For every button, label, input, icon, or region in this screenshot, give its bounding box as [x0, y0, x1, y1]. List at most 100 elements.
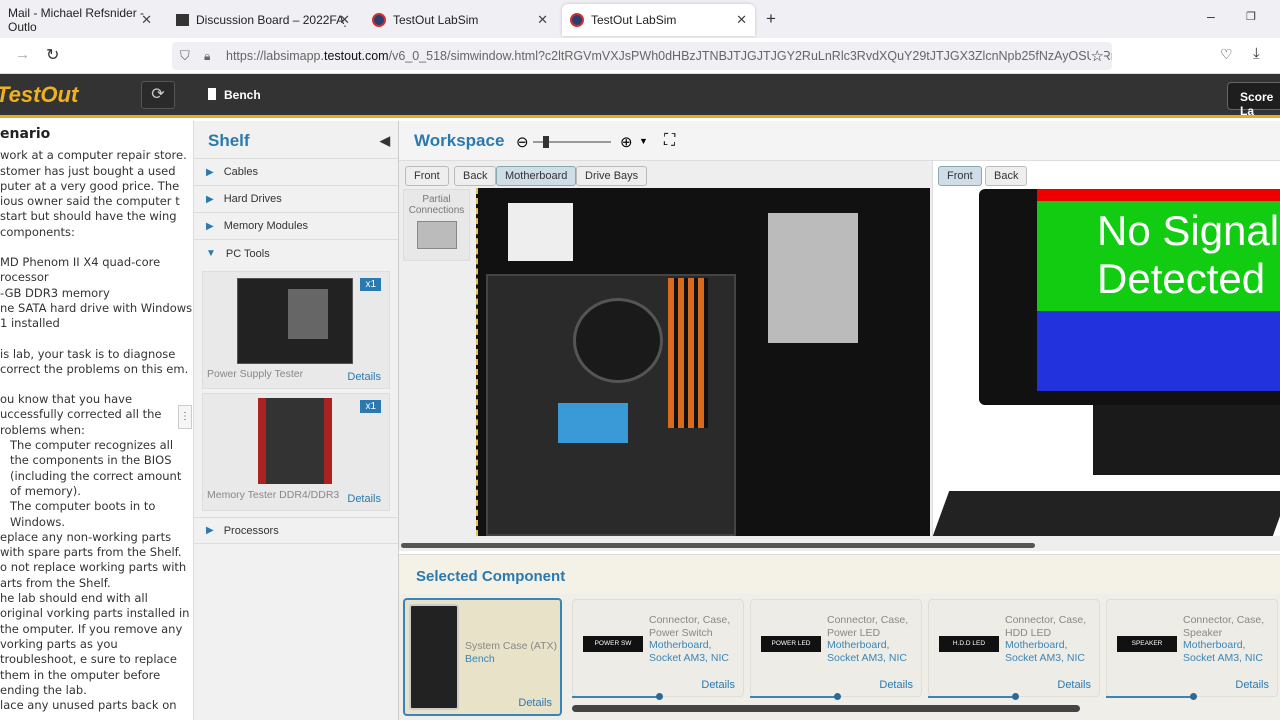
view-back-button[interactable]: Back [454, 166, 497, 186]
shelf-panel: Shelf ◀ ▶ Cables ▶ Hard Drives ▶ Memory Modu… [193, 121, 399, 720]
details-link[interactable]: Details [518, 697, 552, 710]
details-link[interactable]: Details [347, 371, 381, 383]
tab-labsim[interactable]: TestOut LabSim ✕ [364, 4, 556, 36]
cpu-cooler[interactable] [573, 298, 663, 383]
new-tab-icon[interactable]: + [766, 9, 776, 29]
workspace-title: Workspace [414, 131, 505, 150]
reset-button[interactable]: ⟳ [141, 81, 175, 109]
view-drive-bays-button[interactable]: Drive Bays [576, 166, 648, 186]
expand-icon: ▶ [206, 193, 214, 205]
connector-slider[interactable] [572, 693, 663, 700]
details-link[interactable]: Details [1235, 679, 1269, 692]
system-case-image [409, 604, 459, 710]
shelf-category-processors[interactable]: ▶ Processors [194, 517, 398, 544]
monitor-view[interactable]: No Signal Detected [932, 161, 1280, 536]
panel-resize-handle[interactable]: ⋮ [178, 405, 192, 429]
component-system-case[interactable]: System Case (ATX) Bench Details [403, 598, 562, 716]
lock-icon: 🔒︎ [204, 48, 211, 63]
slider-handle[interactable] [834, 693, 841, 700]
collapse-icon: ▼ [206, 248, 216, 259]
horizontal-scrollbar[interactable] [401, 543, 1035, 548]
navigation-bar: → ↻ ⛉ 🔒︎ https://labsimapp. testout.com/v… [0, 38, 1280, 74]
component-speaker[interactable]: SPEAKER Connector, Case, Speaker Motherboa… [1106, 599, 1278, 697]
view-front-button[interactable]: Front [405, 166, 449, 186]
bench-button[interactable]: Bench [208, 88, 261, 102]
slider-handle[interactable] [1190, 693, 1197, 700]
details-link[interactable]: Details [347, 493, 381, 505]
component-power-led[interactable]: POWER LED Connector, Case, Power LED Mothe… [750, 599, 922, 697]
shelf-category-hard-drives[interactable]: ▶ Hard Drives [194, 186, 398, 213]
partial-connections-area: Partial Connections [403, 189, 470, 261]
shelf-category-cables[interactable]: ▶ Cables [194, 159, 398, 186]
slider-handle[interactable] [656, 693, 663, 700]
slider-handle[interactable] [1012, 693, 1019, 700]
computer-case-motherboard-view[interactable] [476, 188, 930, 536]
component-power-switch[interactable]: POWER SW Connector, Case, Power Switch Mot… [572, 599, 744, 697]
fit-screen-icon[interactable]: ⛶ [664, 132, 675, 150]
monitor-back-button[interactable]: Back [985, 166, 1028, 186]
expand-icon: ▶ [206, 525, 214, 536]
tab-labsim-active[interactable]: TestOut LabSim ✕ [562, 4, 755, 36]
zoom-dropdown-icon[interactable]: ▼ [639, 136, 648, 146]
testout-favicon [570, 13, 584, 27]
app-header: TestOut ⟳ Bench Score La [0, 74, 1280, 118]
pc-tower-icon [208, 88, 216, 100]
monitor: No Signal Detected [979, 189, 1280, 405]
minimize-icon[interactable]: – [1207, 8, 1215, 24]
testout-favicon [372, 13, 386, 27]
connector-slider[interactable] [750, 693, 841, 700]
details-link[interactable]: Details [879, 679, 913, 692]
zoom-slider[interactable] [533, 136, 611, 148]
component-hdd-led[interactable]: H.D.D LED Connector, Case, HDD LED Motherb… [928, 599, 1100, 697]
scenario-title: enario [0, 126, 51, 142]
close-icon[interactable]: ✕ [537, 12, 548, 28]
shelf-item-memory-tester[interactable]: x1 Memory Tester DDR4/DDR3 Details [202, 393, 390, 511]
power-supply-image[interactable] [416, 221, 457, 249]
shelf-category-memory[interactable]: ▶ Memory Modules [194, 213, 398, 240]
tab-discussion[interactable]: Discussion Board – 2022FA_CIS✕ [168, 4, 358, 36]
monitor-stand [1093, 405, 1280, 475]
shelf-category-pc-tools[interactable]: ▼ PC Tools [194, 240, 398, 267]
details-link[interactable]: Details [1057, 679, 1091, 692]
tab-mail[interactable]: Mail - Michael Refsnider - Outlo ✕ [0, 4, 160, 36]
shelf-item-power-supply-tester[interactable]: x1 Power Supply Tester Details [202, 271, 390, 389]
shield-icon: ⛉ [180, 48, 190, 63]
psu-label [508, 203, 573, 261]
selected-component-list: System Case (ATX) Bench Details POWER SW C… [399, 594, 1280, 720]
drive-bays[interactable] [768, 213, 858, 343]
address-bar[interactable]: ⛉ 🔒︎ https://labsimapp. testout.com/v6_0_… [172, 42, 1112, 70]
score-lab-button[interactable]: Score La [1227, 82, 1280, 118]
monitor-screen: No Signal Detected [1037, 189, 1280, 391]
connector-slider[interactable] [928, 693, 1019, 700]
speaker-connector-image: SPEAKER [1117, 636, 1177, 652]
details-link[interactable]: Details [701, 679, 735, 692]
keyboard[interactable] [932, 491, 1280, 536]
blackboard-icon [176, 14, 189, 26]
browser-tabbar: Mail - Michael Refsnider - Outlo ✕ Discus… [0, 0, 1280, 38]
testout-logo: TestOut [0, 82, 79, 107]
power-supply-tester-image [237, 278, 353, 364]
zoom-out-icon[interactable]: ⊖ [516, 133, 529, 151]
view-motherboard-button[interactable]: Motherboard [496, 166, 577, 186]
close-icon[interactable]: ✕ [736, 12, 747, 28]
expand-icon: ▶ [206, 220, 214, 232]
pocket-icon[interactable]: ♡ [1220, 46, 1233, 63]
collapse-left-icon[interactable]: ◀ [380, 133, 390, 149]
component-list-scrollbar[interactable] [572, 705, 1080, 712]
forward-icon[interactable]: → [15, 46, 30, 63]
shelf-title: Shelf [208, 131, 250, 150]
close-icon[interactable]: ✕ [339, 12, 350, 28]
monitor-front-button[interactable]: Front [938, 166, 982, 186]
memory-slots[interactable] [668, 278, 708, 428]
reload-icon[interactable]: ↻ [46, 45, 59, 65]
power-led-connector-image: POWER LED [761, 636, 821, 652]
restore-icon[interactable]: ❐ [1246, 10, 1256, 23]
selected-component-title: Selected Component [399, 554, 1280, 594]
connector-slider[interactable] [1106, 693, 1197, 700]
zoom-in-icon[interactable]: ⊕ [620, 133, 633, 151]
close-icon[interactable]: ✕ [141, 12, 152, 28]
download-icon[interactable]: ⤓ [1253, 45, 1260, 62]
bookmark-star-icon[interactable]: ☆ [1090, 47, 1104, 65]
expand-icon: ▶ [206, 166, 214, 178]
heatsink [558, 403, 628, 443]
